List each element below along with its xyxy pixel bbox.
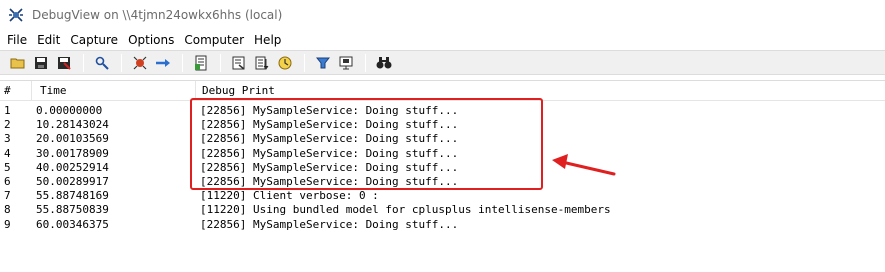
- filter-icon[interactable]: [229, 54, 249, 72]
- row-debug-print: [22856] MySampleService: Doing stuff...: [200, 104, 459, 117]
- row-debug-print: [22856] MySampleService: Doing stuff...: [200, 217, 459, 231]
- clock-icon[interactable]: [275, 54, 295, 72]
- toolbar-separator: [220, 53, 221, 72]
- window-title: DebugView on \\4tjmn24owkx6hhs (local): [32, 8, 283, 22]
- find-binoculars-icon[interactable]: [374, 54, 394, 72]
- row-debug-print: [22856] MySampleService: Doing stuff...: [200, 174, 459, 188]
- options-icon[interactable]: [336, 54, 356, 72]
- toolbar-separator: [304, 53, 305, 72]
- annotation-arrow-icon: [552, 154, 616, 176]
- menu-capture[interactable]: Capture: [65, 33, 123, 47]
- row-time: 40.00252914: [36, 160, 109, 174]
- row-time: 50.00289917: [36, 174, 109, 188]
- row-number: 6: [4, 174, 11, 188]
- menu-computer[interactable]: Computer: [179, 33, 249, 47]
- toolbar: [0, 50, 885, 75]
- table-row[interactable]: 5 40.00252914 [22856] MySampleService: Doi…: [0, 161, 885, 175]
- clear-icon[interactable]: [191, 54, 211, 72]
- table-row[interactable]: 1 0.00000000 [22856] MySampleService: Doin…: [0, 104, 885, 118]
- debug-output-list[interactable]: # Time Debug Print 1 0.00000000 [22856] My…: [0, 80, 885, 272]
- row-time: 60.00346375: [36, 217, 109, 231]
- row-time: 20.00103569: [36, 132, 109, 146]
- toolbar-separator: [182, 53, 183, 72]
- save-as-icon[interactable]: [54, 54, 74, 72]
- title-bar: DebugView on \\4tjmn24owkx6hhs (local): [0, 0, 885, 30]
- row-number: 1: [4, 104, 11, 117]
- menu-bar: File Edit Capture Options Computer Help: [0, 30, 885, 50]
- row-number: 8: [4, 203, 11, 217]
- table-row[interactable]: 6 50.00289917 [22856] MySampleService: Doi…: [0, 175, 885, 189]
- column-header-debug-print[interactable]: Debug Print: [196, 81, 885, 100]
- menu-options[interactable]: Options: [123, 33, 179, 47]
- highlight-icon[interactable]: [252, 54, 272, 72]
- save-icon[interactable]: [31, 54, 51, 72]
- table-row[interactable]: 3 20.00103569 [22856] MySampleService: Doi…: [0, 132, 885, 146]
- table-row[interactable]: 8 55.88750839 [11220] Using bundled model …: [0, 203, 885, 217]
- row-number: 5: [4, 160, 11, 174]
- row-number: 4: [4, 146, 11, 160]
- column-header-time[interactable]: Time: [32, 81, 196, 100]
- column-header-number[interactable]: #: [0, 81, 32, 100]
- row-time: 30.00178909: [36, 146, 109, 160]
- history-icon[interactable]: [313, 54, 333, 72]
- capture-icon[interactable]: [130, 54, 150, 72]
- row-time: 55.88748169: [36, 189, 109, 203]
- row-time: 0.00000000: [36, 104, 103, 117]
- open-folder-icon[interactable]: [8, 54, 28, 72]
- table-row[interactable]: 7 55.88748169 [11220] Client verbose: 0 :: [0, 189, 885, 203]
- row-time: 55.88750839: [36, 203, 109, 217]
- table-row[interactable]: 2 10.28143024 [22856] MySampleService: Doi…: [0, 118, 885, 132]
- list-rows: 1 0.00000000 [22856] MySampleService: Doin…: [0, 104, 885, 232]
- row-number: 3: [4, 132, 11, 146]
- row-number: 2: [4, 118, 11, 132]
- row-debug-print: [11220] Using bundled model for cplusplu…: [200, 203, 611, 217]
- row-debug-print: [22856] MySampleService: Doing stuff...: [200, 132, 459, 146]
- autoscroll-icon[interactable]: [153, 54, 173, 72]
- row-debug-print: [22856] MySampleService: Doing stuff...: [200, 118, 459, 132]
- row-time: 10.28143024: [36, 118, 109, 132]
- row-debug-print: [22856] MySampleService: Doing stuff...: [200, 146, 459, 160]
- menu-help[interactable]: Help: [249, 33, 286, 47]
- row-debug-print: [22856] MySampleService: Doing stuff...: [200, 160, 459, 174]
- table-row[interactable]: 4 30.00178909 [22856] MySampleService: Doi…: [0, 147, 885, 161]
- list-header: # Time Debug Print: [0, 81, 885, 101]
- debugview-app-icon: [9, 8, 23, 22]
- row-number: 7: [4, 189, 11, 203]
- menu-edit[interactable]: Edit: [32, 33, 65, 47]
- toolbar-separator: [365, 53, 366, 72]
- menu-file[interactable]: File: [2, 33, 32, 47]
- toolbar-separator: [83, 53, 84, 72]
- toolbar-separator: [121, 53, 122, 72]
- find-icon[interactable]: [92, 54, 112, 72]
- row-number: 9: [4, 217, 11, 231]
- table-row[interactable]: 9 60.00346375 [22856] MySampleService: Doi…: [0, 218, 885, 232]
- row-debug-print: [11220] Client verbose: 0 :: [200, 189, 379, 203]
